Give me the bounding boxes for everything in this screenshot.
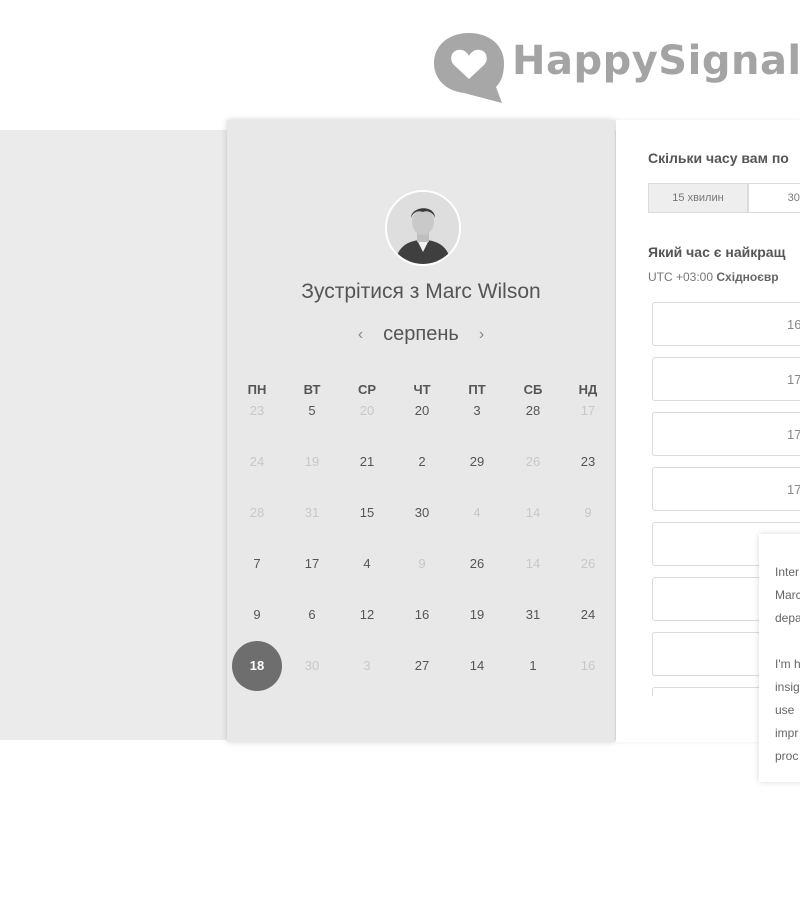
calendar-day[interactable]: 16 xyxy=(398,607,446,623)
calendar-day[interactable]: 3 xyxy=(453,403,501,419)
calendar-day[interactable]: 26 xyxy=(453,556,501,572)
calendar-day[interactable]: 5 xyxy=(288,403,336,419)
calendar-day[interactable]: 17 xyxy=(288,556,336,572)
popup-text-line: insig xyxy=(775,680,800,694)
calendar-day[interactable]: 4 xyxy=(343,556,391,572)
calendar-day[interactable]: 29 xyxy=(453,454,501,470)
calendar-day[interactable]: 7 xyxy=(233,556,281,572)
popup-text-line xyxy=(759,630,800,653)
calendar-day[interactable]: 27 xyxy=(398,658,446,674)
calendar-panel: Зустрітися з Marc Wilson ‹ серпень › ПН В… xyxy=(227,120,615,742)
calendar-day[interactable]: 23 xyxy=(564,454,612,470)
calendar-day[interactable]: 28 xyxy=(509,403,557,419)
popup-text-line: proc xyxy=(775,749,799,763)
time-slot-button[interactable]: 17 xyxy=(652,357,800,401)
calendar-day: 26 xyxy=(525,454,541,469)
duration-title: Скільки часу вам по xyxy=(648,150,789,166)
calendar-day: 24 xyxy=(249,454,265,469)
time-title: Який час є найкращ xyxy=(648,244,786,260)
timezone-offset: UTC +03:00 xyxy=(648,270,714,284)
calendar-grid: 23 5 20 20 3 28 17 24 19 21 2 29 26 23 28 31 15 30 4 14 9 7 17… xyxy=(227,120,615,742)
calendar-day[interactable]: 20 xyxy=(398,403,446,419)
calendar-day: 9 xyxy=(584,505,592,520)
time-slot-button[interactable]: 17 xyxy=(652,412,800,456)
popup-text-line: Inter xyxy=(775,565,800,579)
calendar-day[interactable]: 1 xyxy=(509,658,557,674)
time-slot-label: 17 xyxy=(787,427,800,442)
calendar-day: 30 xyxy=(304,658,320,673)
duration-30-tab[interactable]: 30 х xyxy=(748,183,800,213)
calendar-day[interactable]: 2 xyxy=(398,454,446,470)
time-slot-label: 17 xyxy=(787,482,800,497)
host-info-popup: Inter Marc depa I'm h insig use impr proc xyxy=(759,534,800,782)
calendar-day[interactable]: 14 xyxy=(453,658,501,674)
time-slot-label: 17 xyxy=(787,372,800,387)
popup-text-line: impr xyxy=(775,726,799,740)
duration-tabs: 15 хвилин 30 х xyxy=(648,183,800,213)
calendar-day[interactable]: 21 xyxy=(343,454,391,470)
calendar-day[interactable]: 15 xyxy=(343,505,391,521)
popup-text-line: use xyxy=(775,703,795,717)
calendar-day[interactable]: 9 xyxy=(233,607,281,623)
calendar-day[interactable]: 19 xyxy=(453,607,501,623)
popup-text-line: Marc xyxy=(775,588,800,602)
calendar-day[interactable]: 30 xyxy=(398,505,446,521)
calendar-day[interactable]: 12 xyxy=(343,607,391,623)
calendar-day: 20 xyxy=(359,403,375,418)
calendar-day: 3 xyxy=(363,658,371,673)
calendar-day: 17 xyxy=(580,403,596,418)
timezone-label[interactable]: UTC +03:00 Східноєвр xyxy=(648,270,779,284)
time-slot-button[interactable]: 16 xyxy=(652,302,800,346)
happysignals-logo: HappySignals xyxy=(432,32,800,104)
calendar-day: 19 xyxy=(304,454,320,469)
calendar-day-selected[interactable]: 18 xyxy=(232,641,282,691)
popup-text-line: depa xyxy=(775,611,800,625)
calendar-day[interactable]: 6 xyxy=(288,607,336,623)
calendar-day: 26 xyxy=(580,556,596,571)
calendar-day: 31 xyxy=(304,505,320,520)
calendar-day: 9 xyxy=(418,556,426,571)
duration-15-tab[interactable]: 15 хвилин xyxy=(648,183,748,213)
speech-heart-icon xyxy=(434,33,504,103)
popup-text-line: I'm h xyxy=(775,657,800,671)
calendar-day: 23 xyxy=(249,403,265,418)
calendar-day[interactable]: 31 xyxy=(509,607,557,623)
calendar-day: 16 xyxy=(580,658,596,673)
calendar-day: 28 xyxy=(249,505,265,520)
calendar-day: 4 xyxy=(473,505,481,520)
timezone-name: Східноєвр xyxy=(716,270,779,284)
time-slot-label: 16 xyxy=(787,317,800,332)
time-slot-button[interactable]: 17 xyxy=(652,467,800,511)
calendar-day[interactable]: 24 xyxy=(564,607,612,623)
calendar-day: 14 xyxy=(525,556,541,571)
logo-text: HappySignals xyxy=(512,38,800,84)
calendar-day: 14 xyxy=(525,505,541,520)
